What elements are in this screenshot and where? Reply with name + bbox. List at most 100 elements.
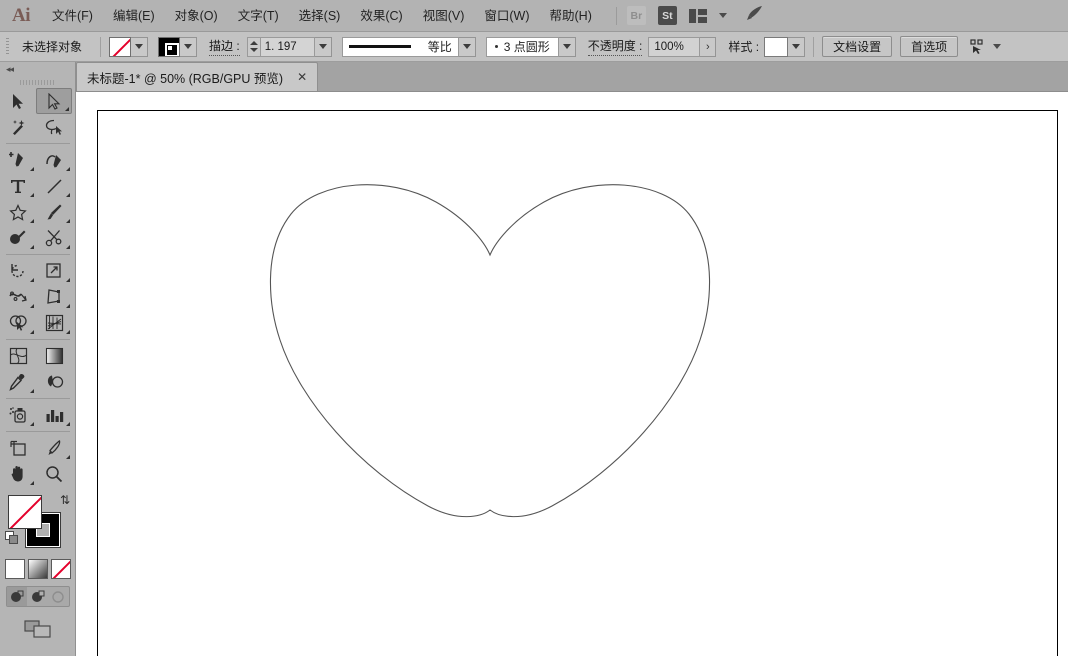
blend-tool[interactable]: [36, 369, 72, 395]
symbol-sprayer-tool[interactable]: [0, 402, 36, 428]
menu-select[interactable]: 选择(S): [289, 0, 351, 32]
draw-mode-buttons: [5, 586, 70, 607]
chevron-down-icon: [135, 44, 144, 49]
width-tool[interactable]: [0, 284, 36, 310]
stroke-dropdown-button[interactable]: [180, 36, 198, 57]
stroke-swatch[interactable]: [158, 36, 181, 57]
curvature-tool[interactable]: [36, 147, 72, 173]
stock-icon[interactable]: St: [657, 6, 677, 25]
menu-edit[interactable]: 编辑(E): [103, 0, 165, 32]
bridge-icon[interactable]: Br: [626, 6, 646, 25]
line-icon: [46, 178, 62, 194]
artboard-tool[interactable]: [0, 435, 36, 461]
perspective-grid-tool[interactable]: [36, 310, 72, 336]
preferences-button[interactable]: 首选项: [900, 36, 959, 57]
close-icon[interactable]: ✕: [297, 70, 307, 84]
color-mode-gradient[interactable]: [27, 559, 48, 579]
draw-inside-icon: [51, 590, 64, 603]
menu-object[interactable]: 对象(O): [165, 0, 228, 32]
default-fill-stroke-icon[interactable]: [5, 531, 19, 545]
shape-tool[interactable]: [0, 199, 36, 225]
rocket-icon[interactable]: [745, 4, 765, 27]
menu-view[interactable]: 视图(V): [413, 0, 475, 32]
menu-help[interactable]: 帮助(H): [540, 0, 602, 32]
opacity-label[interactable]: 不透明度 :: [587, 37, 643, 56]
type-tool[interactable]: [0, 173, 36, 199]
free-transform-tool[interactable]: [36, 284, 72, 310]
stroke-weight-dropdown[interactable]: [314, 36, 332, 57]
control-bar: 未选择对象 描边 : 1. 197 等比 3 点圆形 不透明度: 100% ›…: [0, 32, 1068, 62]
chevron-down-icon[interactable]: [718, 13, 727, 18]
illustrator-window: Ai 文件(F) 编辑(E) 对象(O) 文字(T) 选择(S) 效果(C) 视…: [0, 0, 1068, 656]
tool-flyout-indicator: [30, 245, 34, 249]
rotate-tool[interactable]: [0, 258, 36, 284]
chevron-down-icon[interactable]: [993, 44, 1002, 49]
gradient-tool[interactable]: [36, 343, 72, 369]
brush-definition[interactable]: 3 点圆形: [485, 36, 559, 57]
brush-control[interactable]: 3 点圆形: [485, 36, 576, 57]
draw-normal-mode[interactable]: [6, 587, 28, 606]
slice-tool[interactable]: [36, 435, 72, 461]
fill-dropdown-button[interactable]: [131, 36, 149, 57]
draw-behind-mode[interactable]: [27, 587, 48, 606]
menu-type[interactable]: 文字(T): [228, 0, 289, 32]
scale-tool[interactable]: [36, 258, 72, 284]
screen-mode-button[interactable]: [0, 619, 75, 639]
chevron-down-icon: [792, 44, 801, 49]
color-mode-none[interactable]: [50, 559, 71, 579]
draw-inside-mode[interactable]: [48, 587, 69, 606]
stroke-weight-label[interactable]: 描边 :: [209, 37, 240, 56]
brush-dropdown[interactable]: [558, 36, 576, 57]
line-segment-tool[interactable]: [36, 173, 72, 199]
hand-tool[interactable]: [0, 461, 36, 487]
toolbar-collapse-button[interactable]: ◂◂: [0, 62, 75, 76]
stroke-color-control[interactable]: [158, 36, 198, 57]
heart-path[interactable]: [76, 92, 1068, 656]
menu-file[interactable]: 文件(F): [42, 0, 103, 32]
lasso-tool[interactable]: [36, 114, 72, 140]
style-swatch[interactable]: [764, 36, 789, 57]
scissors-icon: [45, 230, 62, 247]
shaper-tool[interactable]: [0, 225, 36, 251]
rocket-glyph: [746, 6, 762, 20]
stroke-profile-dropdown[interactable]: [458, 36, 476, 57]
menu-window[interactable]: 窗口(W): [474, 0, 539, 32]
magic-wand-tool[interactable]: [0, 114, 36, 140]
fill-color-none[interactable]: [8, 495, 42, 529]
stroke-profile-control[interactable]: 等比: [341, 36, 476, 57]
swap-fill-stroke-icon[interactable]: ⇅: [60, 493, 70, 507]
scissors-tool[interactable]: [36, 225, 72, 251]
selection-tool[interactable]: [0, 88, 36, 114]
toolbar-grip[interactable]: [0, 76, 75, 88]
menubar-divider: [615, 6, 617, 25]
document-tab[interactable]: 未标题-1* @ 50% (RGB/GPU 预览) ✕: [76, 62, 319, 91]
stroke-weight-stepper[interactable]: [246, 36, 261, 57]
eyedropper-tool[interactable]: [0, 369, 36, 395]
canvas-area[interactable]: [76, 92, 1068, 656]
select-similar-control[interactable]: [970, 38, 1002, 55]
color-mode-flat[interactable]: [4, 559, 25, 579]
graphic-style-control[interactable]: [764, 36, 806, 57]
paintbrush-tool[interactable]: [36, 199, 72, 225]
rotate-icon: [11, 264, 24, 278]
style-dropdown[interactable]: [788, 36, 806, 57]
heart-shape-outline[interactable]: [269, 184, 711, 518]
zoom-tool[interactable]: [36, 461, 72, 487]
direct-selection-tool[interactable]: [36, 88, 72, 114]
menu-effect[interactable]: 效果(C): [350, 0, 412, 32]
fill-control[interactable]: [109, 36, 149, 57]
fill-swatch[interactable]: [109, 36, 132, 57]
control-bar-grip[interactable]: [4, 37, 12, 57]
menu-bar: Ai 文件(F) 编辑(E) 对象(O) 文字(T) 选择(S) 效果(C) 视…: [0, 0, 1068, 32]
draw-behind-icon: [32, 590, 45, 602]
pen-tool[interactable]: [0, 147, 36, 173]
stroke-weight-input[interactable]: 1. 197: [260, 36, 315, 57]
mesh-tool[interactable]: [0, 343, 36, 369]
shape-builder-tool[interactable]: [0, 310, 36, 336]
document-setup-button[interactable]: 文档设置: [822, 36, 893, 57]
opacity-input[interactable]: 100%: [648, 36, 701, 57]
column-graph-tool[interactable]: [36, 402, 72, 428]
stroke-line-icon: [348, 45, 411, 48]
workspace-switcher-icon[interactable]: [688, 8, 707, 23]
opacity-flyout-button[interactable]: ›: [700, 36, 717, 57]
